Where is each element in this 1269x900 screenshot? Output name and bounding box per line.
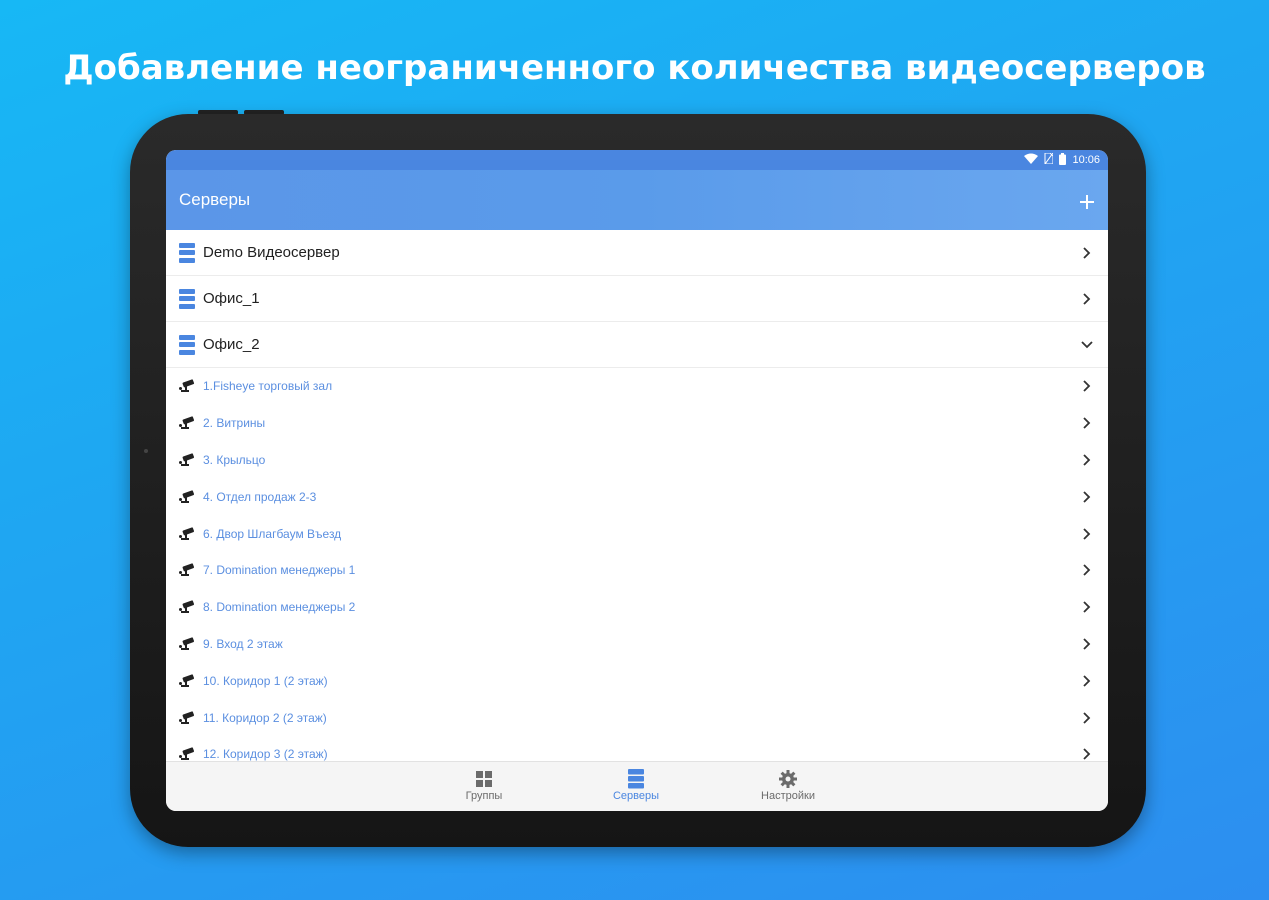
gear-icon (738, 768, 838, 790)
promo-headline: Добавление неограниченного количества ви… (63, 48, 1206, 88)
chevron-right-icon (1078, 380, 1096, 393)
nav-servers[interactable]: Серверы (586, 768, 686, 802)
bottom-nav: Группы Серверы Настройки (166, 761, 1108, 811)
chevron-right-icon (1078, 564, 1096, 577)
server-item[interactable]: Офис_2 (166, 322, 1108, 368)
camera-name: 10. Коридор 1 (2 этаж) (203, 673, 328, 688)
camera-icon (179, 710, 197, 725)
camera-item[interactable]: 10. Коридор 1 (2 этаж) (166, 662, 1108, 699)
camera-icon (179, 674, 197, 688)
camera-name: 4. Отдел продаж 2-3 (203, 489, 317, 504)
server-name: Офис_1 (203, 290, 260, 307)
camera-icon (179, 379, 197, 393)
camera-name: 9. Вход 2 этаж (203, 636, 283, 651)
nav-settings[interactable]: Настройки (738, 768, 838, 802)
nav-label: Группы (465, 790, 503, 802)
chevron-right-icon (1078, 491, 1096, 503)
camera-icon (179, 453, 197, 467)
camera-item[interactable]: 1.Fisheye торговый зал (166, 368, 1108, 405)
page-title: Серверы (179, 190, 251, 209)
camera-item[interactable]: 2. Витрины (166, 405, 1108, 442)
chevron-right-icon (1078, 527, 1096, 540)
chevron-right-icon (1078, 292, 1096, 305)
camera-icon (179, 416, 197, 430)
server-icon (179, 288, 195, 309)
server-name: Demo Видеосервер (203, 244, 340, 261)
status-bar: 10:06 (166, 150, 1108, 170)
plus-icon[interactable] (1080, 187, 1094, 213)
camera-name: 6. Двор Шлагбаум Въезд (203, 526, 342, 541)
camera-item[interactable]: 3. Крыльцо (166, 442, 1108, 479)
camera-icon (179, 637, 197, 651)
grid-icon (434, 768, 534, 790)
server-icon (179, 242, 195, 263)
camera-name: 2. Витрины (203, 416, 266, 431)
camera-list: 1.Fisheye торговый зал 2. Витрины 3. Крыль… (166, 368, 1108, 773)
camera-icon (179, 563, 197, 577)
camera-name: 1.Fisheye торговый зал (203, 379, 333, 394)
camera-item[interactable]: 8. Domination менеджеры 2 (166, 589, 1108, 626)
sim-icon (1044, 152, 1054, 167)
chevron-right-icon (1078, 246, 1096, 259)
chevron-right-icon (1078, 454, 1096, 466)
chevron-right-icon (1078, 711, 1096, 724)
app-screen: 10:06 Серверы Demo Видеосервер Офис_1 Оф… (166, 150, 1108, 811)
server-icon (179, 334, 195, 355)
chevron-right-icon (1078, 417, 1096, 429)
camera-item[interactable]: 9. Вход 2 этаж (166, 626, 1108, 663)
chevron-right-icon (1078, 675, 1096, 687)
chevron-right-icon (1078, 748, 1096, 760)
front-camera (144, 449, 148, 453)
camera-icon (179, 526, 197, 541)
server-item[interactable]: Офис_1 (166, 276, 1108, 322)
battery-icon (1059, 152, 1067, 168)
nav-groups[interactable]: Группы (434, 768, 534, 802)
nav-label: Серверы (612, 790, 660, 802)
app-bar: Серверы (166, 170, 1108, 230)
server-name: Офис_2 (203, 336, 260, 353)
camera-item[interactable]: 11. Коридор 2 (2 этаж) (166, 699, 1108, 736)
nav-label: Настройки (761, 790, 815, 802)
camera-item[interactable]: 4. Отдел продаж 2-3 (166, 478, 1108, 515)
chevron-right-icon (1078, 601, 1096, 613)
camera-icon (179, 490, 197, 504)
server-icon (586, 768, 686, 790)
camera-name: 11. Коридор 2 (2 этаж) (203, 710, 327, 725)
camera-name: 7. Domination менеджеры 1 (203, 563, 356, 578)
status-time: 10:06 (1072, 154, 1100, 166)
camera-name: 12. Коридор 3 (2 этаж) (203, 747, 328, 762)
wifi-icon (1024, 153, 1039, 167)
camera-item[interactable]: 7. Domination менеджеры 1 (166, 552, 1108, 589)
server-list: Demo Видеосервер Офис_1 Офис_2 1.Fisheye… (166, 230, 1108, 773)
camera-item[interactable]: 6. Двор Шлагбаум Въезд (166, 515, 1108, 552)
camera-icon (179, 600, 197, 614)
camera-icon (179, 747, 197, 761)
camera-name: 3. Крыльцо (203, 452, 266, 467)
camera-name: 8. Domination менеджеры 2 (203, 600, 356, 615)
chevron-down-icon (1078, 340, 1096, 349)
chevron-right-icon (1078, 638, 1096, 650)
server-item[interactable]: Demo Видеосервер (166, 230, 1108, 276)
